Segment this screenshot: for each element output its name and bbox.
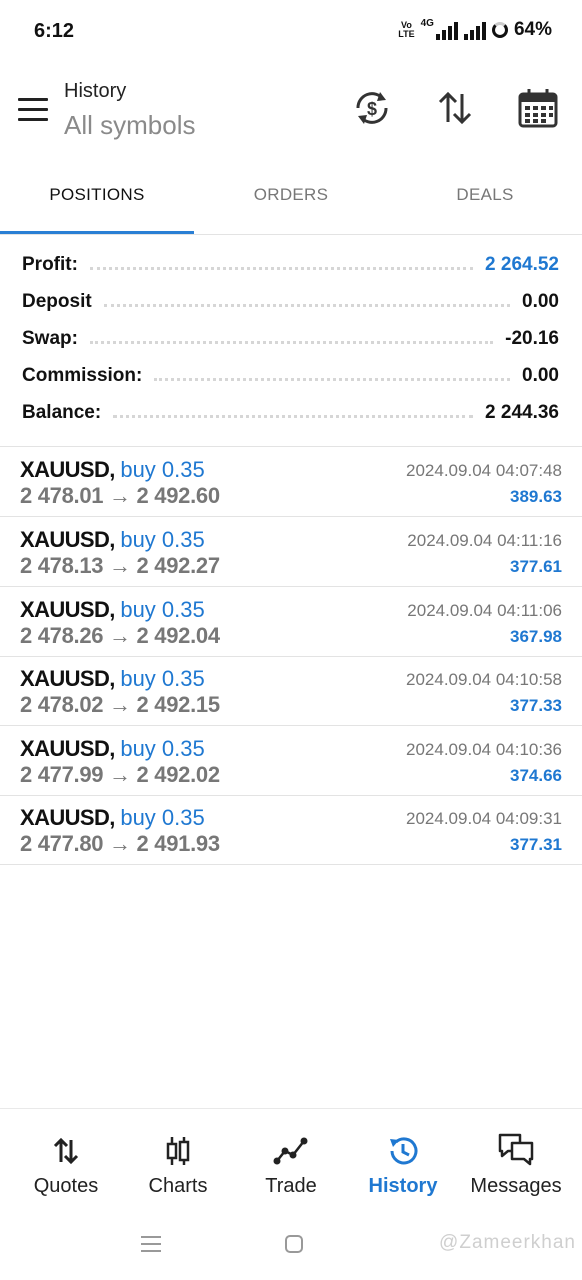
table-row[interactable]: XAUUSD, buy 0.35 2 477.80 → 2 491.93 202… [0, 795, 582, 865]
profit-value: 2 264.52 [485, 254, 559, 275]
commission-value: 0.00 [522, 365, 559, 386]
deposit-value: 0.00 [522, 291, 559, 312]
trade-profit: 389.63 [510, 487, 562, 506]
trade-profit: 374.66 [510, 766, 562, 785]
table-row[interactable]: XAUUSD, buy 0.35 2 478.26 → 2 492.04 202… [0, 587, 582, 657]
trade-symbol: XAUUSD, [20, 527, 115, 552]
trade-time: 2024.09.04 04:07:48 [406, 461, 562, 480]
trade-symbol: XAUUSD, [20, 457, 115, 482]
trade-direction: buy 0.35 [120, 597, 205, 622]
symbol-filter[interactable]: All symbols [64, 110, 195, 141]
watermark-text: @Zameerkhan [439, 1232, 576, 1253]
trade-prices: 2 478.13 → 2 492.27 [20, 553, 220, 578]
dotted-leader [103, 303, 511, 307]
summary-balance-row: Balance: 2 244.36 [22, 396, 559, 430]
summary-swap-row: Swap: -20.16 [22, 322, 559, 356]
messages-icon [498, 1133, 534, 1166]
tab-orders[interactable]: ORDERS [194, 174, 388, 234]
trade-symbol: XAUUSD, [20, 597, 115, 622]
trade-time: 2024.09.04 04:11:16 [407, 531, 562, 550]
status-bar: 6:12 Vo LTE 4G 64% [0, 0, 582, 64]
trade-line-icon [273, 1137, 308, 1165]
status-icons: Vo LTE 4G 64% [398, 18, 552, 41]
dotted-leader [113, 414, 474, 418]
signal-icon-2 [463, 20, 486, 40]
trade-direction: buy 0.35 [120, 457, 205, 482]
table-row[interactable]: XAUUSD, buy 0.35 2 478.01 → 2 492.60 202… [0, 447, 582, 517]
trade-prices: 2 478.01 → 2 492.60 [20, 483, 220, 508]
currency-sync-icon[interactable]: $ [350, 86, 394, 130]
trade-symbol: XAUUSD, [20, 805, 115, 830]
battery-icon [491, 21, 508, 38]
summary-deposit-row: Deposit 0.00 [22, 285, 559, 319]
trade-prices: 2 478.26 → 2 492.04 [20, 623, 220, 648]
nav-charts-label: Charts [148, 1175, 208, 1197]
history-icon [390, 1137, 418, 1165]
trade-time: 2024.09.04 04:09:31 [406, 809, 562, 828]
svg-text:$: $ [367, 99, 377, 119]
trade-profit: 377.31 [510, 835, 562, 854]
clock: 6:12 [34, 20, 75, 42]
trade-direction: buy 0.35 [120, 736, 205, 761]
nav-quotes[interactable]: Quotes [8, 1109, 124, 1209]
network-type: 4G [420, 18, 434, 29]
app-bar: History All symbols $ [0, 64, 582, 174]
trade-symbol: XAUUSD, [20, 666, 115, 691]
summary-commission-row: Commission: 0.00 [22, 359, 559, 393]
balance-label: Balance: [22, 402, 102, 423]
trade-direction: buy 0.35 [120, 527, 205, 552]
account-summary: Profit: 2 264.52 Deposit 0.00 Swap: -20.… [0, 246, 582, 447]
trade-profit: 377.61 [510, 557, 562, 576]
profit-label: Profit: [22, 254, 78, 275]
swap-label: Swap: [22, 328, 78, 349]
nav-messages-label: Messages [470, 1175, 562, 1197]
candlestick-icon [166, 1137, 190, 1165]
battery-level: 64% [513, 18, 552, 40]
calendar-icon[interactable] [516, 86, 560, 130]
nav-history[interactable]: History [345, 1109, 461, 1209]
nav-history-label: History [368, 1175, 438, 1197]
bottom-navigation: Quotes Charts Trade History Messages [0, 1108, 582, 1209]
quotes-icon [53, 1137, 79, 1165]
commission-label: Commission: [22, 365, 143, 386]
table-row[interactable]: XAUUSD, buy 0.35 2 478.02 → 2 492.15 202… [0, 656, 582, 726]
nav-trade[interactable]: Trade [233, 1109, 349, 1209]
trade-profit: 367.98 [510, 627, 562, 646]
trade-direction: buy 0.35 [120, 666, 205, 691]
table-row[interactable]: XAUUSD, buy 0.35 2 478.13 → 2 492.27 202… [0, 517, 582, 587]
trade-direction: buy 0.35 [120, 805, 205, 830]
table-row[interactable]: XAUUSD, buy 0.35 2 477.99 → 2 492.02 202… [0, 726, 582, 796]
tab-positions[interactable]: POSITIONS [0, 174, 194, 234]
recents-icon[interactable] [140, 1234, 162, 1254]
trade-prices: 2 477.99 → 2 492.02 [20, 762, 220, 787]
system-navigation: @Zameerkhan [0, 1210, 582, 1280]
trade-time: 2024.09.04 04:11:06 [407, 601, 562, 620]
signal-icon-1 [435, 20, 458, 40]
trade-prices: 2 477.80 → 2 491.93 [20, 831, 220, 856]
history-tabs: POSITIONS ORDERS DEALS [0, 174, 582, 235]
home-icon[interactable] [284, 1234, 304, 1254]
trade-time: 2024.09.04 04:10:58 [406, 670, 562, 689]
menu-icon[interactable] [18, 98, 48, 122]
tab-deals[interactable]: DEALS [388, 174, 582, 234]
trade-prices: 2 478.02 → 2 492.15 [20, 692, 220, 717]
dotted-leader [89, 340, 494, 344]
dotted-leader [154, 377, 511, 381]
trade-symbol: XAUUSD, [20, 736, 115, 761]
dotted-leader [89, 266, 474, 270]
summary-profit-row: Profit: 2 264.52 [22, 248, 559, 282]
nav-charts[interactable]: Charts [120, 1109, 236, 1209]
volte-icon: Vo LTE [398, 19, 415, 39]
trade-profit: 377.33 [510, 696, 562, 715]
trade-time: 2024.09.04 04:10:36 [406, 740, 562, 759]
page-title: History [64, 80, 127, 102]
balance-value: 2 244.36 [485, 402, 559, 423]
sort-icon[interactable] [433, 86, 477, 130]
nav-messages[interactable]: Messages [458, 1109, 574, 1209]
nav-trade-label: Trade [265, 1175, 317, 1197]
nav-quotes-label: Quotes [33, 1175, 99, 1197]
deposit-label: Deposit [22, 291, 92, 312]
swap-value: -20.16 [505, 328, 559, 349]
